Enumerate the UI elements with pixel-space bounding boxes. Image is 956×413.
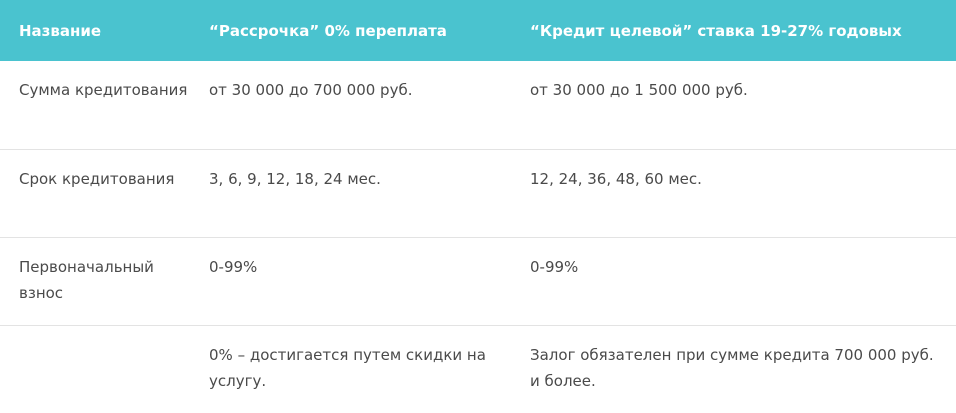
credit-comparison-table: Название “Рассрочка” 0% переплата “Креди… bbox=[0, 0, 956, 410]
installment-credit-amount: от 30 000 до 700 000 руб. bbox=[209, 81, 413, 99]
row-label-down-payment: Первоначальный взнос bbox=[19, 257, 154, 302]
installment-down-payment: 0-99% bbox=[209, 257, 258, 276]
row-label-credit-term: Срок кредитования bbox=[19, 169, 175, 188]
header-targeted-credit: “Кредит целевой” ставка 19-27% годовых bbox=[530, 21, 902, 40]
table-row: Первоначальный взнос 0-99% 0-99% bbox=[0, 237, 956, 325]
table-row: 0% – достигается путем скидки на услугу.… bbox=[0, 325, 956, 410]
header-installment: “Рассрочка” 0% переплата bbox=[209, 21, 447, 40]
table-body: Сумма кредитования от 30 000 до 700 000 … bbox=[0, 61, 956, 410]
row-label-credit-amount: Сумма кредитования bbox=[19, 81, 188, 99]
row-label-notes bbox=[0, 325, 199, 410]
targeted-notes: Залог обязателен при сумме кредита 700 0… bbox=[530, 345, 934, 390]
targeted-credit-amount: от 30 000 до 1 500 000 руб. bbox=[530, 81, 748, 99]
table-header: Название “Рассрочка” 0% переплата “Креди… bbox=[0, 0, 956, 61]
table-row: Срок кредитования 3, 6, 9, 12, 18, 24 ме… bbox=[0, 149, 956, 237]
header-name: Название bbox=[19, 21, 102, 40]
table-row: Сумма кредитования от 30 000 до 700 000 … bbox=[0, 61, 956, 149]
targeted-down-payment: 0-99% bbox=[530, 257, 579, 276]
installment-notes: 0% – достигается путем скидки на услугу. bbox=[209, 345, 486, 390]
header-row: Название “Рассрочка” 0% переплата “Креди… bbox=[0, 0, 956, 61]
targeted-credit-term: 12, 24, 36, 48, 60 мес. bbox=[530, 169, 702, 188]
installment-credit-term: 3, 6, 9, 12, 18, 24 мес. bbox=[209, 169, 381, 188]
